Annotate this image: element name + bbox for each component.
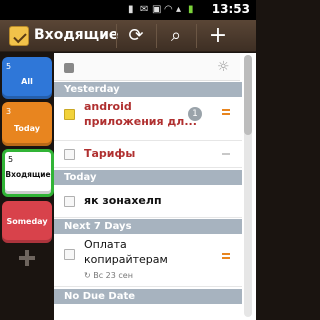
sync-icon: ⟳ xyxy=(128,25,144,46)
usb-icon: ▮ xyxy=(128,4,134,15)
filter-label: All xyxy=(21,77,33,86)
notification-icon: ✉ xyxy=(140,4,149,15)
due-date-label: Вс 23 сен xyxy=(93,271,133,280)
filter-all[interactable]: 5 All xyxy=(2,57,52,99)
page-title: Входящие xyxy=(34,27,119,43)
filter-count: 3 xyxy=(6,107,12,116)
section-header-today: Today xyxy=(54,170,242,185)
settings-icon[interactable]: ☼ xyxy=(217,59,230,75)
task-list-panel: ☼ Yesterday android приложения дл... 1 Т… xyxy=(54,53,256,320)
task-row[interactable]: Оплата копирайтерам ↻ Вс 23 сен xyxy=(54,235,242,287)
priority-icon xyxy=(222,109,230,117)
battery-icon: ▮ xyxy=(188,4,194,15)
task-checkbox[interactable] xyxy=(64,109,75,120)
task-title: android xyxy=(84,100,132,113)
filter-label: Someday xyxy=(6,217,48,226)
cast-icon: ▣ xyxy=(152,4,162,15)
add-icon: + xyxy=(208,23,228,48)
scrollbar[interactable] xyxy=(244,55,252,317)
task-due-date: ↻ Вс 23 сен xyxy=(84,271,133,280)
task-checkbox[interactable] xyxy=(64,149,75,160)
section-header-yesterday: Yesterday xyxy=(54,82,242,97)
status-bar: ▮ ✉ ▣ ◠ ▴ ▮ 13:53 xyxy=(0,0,256,20)
filter-label: Входящие xyxy=(5,170,51,179)
repeat-icon: ↻ xyxy=(84,271,94,280)
add-filter-icon[interactable] xyxy=(19,250,35,266)
signal-icon: ▴ xyxy=(176,4,182,15)
select-all-checkbox[interactable] xyxy=(64,63,74,73)
filter-label: Today xyxy=(14,124,40,133)
status-time: 13:53 xyxy=(211,2,250,16)
filter-someday[interactable]: Someday xyxy=(2,201,52,243)
comment-count-badge: 1 xyxy=(188,107,202,121)
task-title: як зонахелп xyxy=(84,194,162,207)
priority-icon xyxy=(222,253,230,261)
sync-button[interactable]: ⟳ xyxy=(118,24,154,48)
task-row[interactable]: Тарифы xyxy=(54,142,242,168)
filter-count: 5 xyxy=(8,155,14,164)
separator xyxy=(156,24,157,48)
filter-rail: 5 All 3 Today 5 Входящие Someday xyxy=(0,53,54,320)
app-logo-icon[interactable] xyxy=(9,26,29,46)
separator xyxy=(116,24,117,48)
task-row[interactable]: android приложения дл... 1 xyxy=(54,97,242,141)
add-task-button[interactable]: + xyxy=(200,24,236,48)
section-header-nodue: No Due Date xyxy=(54,289,242,304)
search-icon: ⌕ xyxy=(170,25,182,46)
priority-icon xyxy=(222,153,230,157)
search-button[interactable]: ⌕ xyxy=(158,24,194,48)
wifi-icon: ◠ xyxy=(164,4,173,15)
filter-today[interactable]: 3 Today xyxy=(2,102,52,146)
task-title: Оплата xyxy=(84,238,127,251)
scrollbar-thumb[interactable] xyxy=(244,55,252,135)
filter-inbox[interactable]: 5 Входящие xyxy=(2,149,54,197)
task-title: Тарифы xyxy=(84,147,136,160)
section-header-next7: Next 7 Days xyxy=(54,219,242,234)
separator xyxy=(196,24,197,48)
quick-add-bar[interactable]: ☼ xyxy=(54,53,240,81)
task-checkbox[interactable] xyxy=(64,249,75,260)
task-checkbox[interactable] xyxy=(64,196,75,207)
filter-count: 5 xyxy=(6,62,12,71)
task-title-cont: приложения дл... xyxy=(84,115,197,128)
task-title-cont: копирайтерам xyxy=(84,253,168,266)
action-bar: Входящие ⟳ ⌕ + xyxy=(0,20,256,52)
task-row[interactable]: як зонахелп xyxy=(54,186,242,218)
